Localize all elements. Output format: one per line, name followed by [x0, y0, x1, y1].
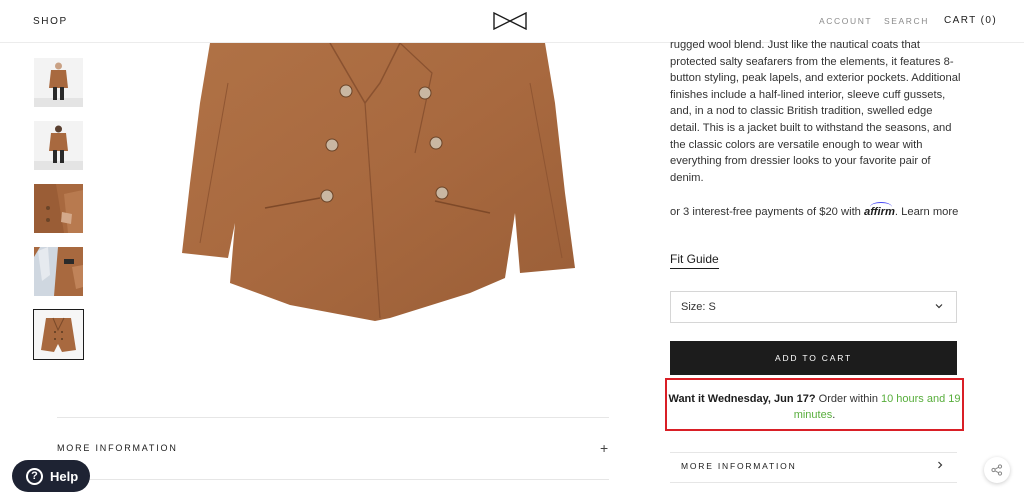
affirm-logo-icon: affirm	[864, 206, 895, 218]
thumbnail-model-front[interactable]	[34, 58, 83, 107]
fit-guide-link[interactable]: Fit Guide	[670, 252, 719, 269]
share-icon	[991, 464, 1003, 476]
lining-detail-thumbnail-image	[34, 247, 83, 296]
nav-account-link[interactable]: ACCOUNT	[819, 16, 872, 26]
left-more-information-toggle[interactable]: MORE INFORMATION	[57, 443, 178, 453]
delivery-text: Order within	[815, 393, 881, 405]
add-to-cart-button[interactable]: ADD TO CART	[670, 341, 957, 375]
left-divider-bottom	[57, 479, 609, 480]
affirm-prefix: or 3 interest-free payments of $20 with	[670, 206, 861, 218]
help-label: Help	[50, 468, 79, 484]
plus-icon[interactable]: +	[600, 440, 608, 456]
chevron-right-icon[interactable]	[935, 460, 945, 470]
delivery-end: .	[832, 409, 836, 421]
flat-lay-thumbnail-image	[34, 310, 83, 359]
nav-cart-link[interactable]: CART (0)	[944, 15, 997, 26]
nav-shop-link[interactable]: SHOP	[33, 16, 68, 27]
delivery-estimate-box: Want it Wednesday, Jun 17? Order within …	[665, 378, 964, 431]
right-divider-bottom	[670, 482, 957, 483]
thumbnail-model-detail[interactable]	[34, 184, 83, 233]
thumbnail-lining-detail[interactable]	[34, 247, 83, 296]
size-select-value: Size: S	[681, 301, 716, 313]
model-front-thumbnail-image	[34, 58, 83, 107]
left-divider-top	[57, 417, 609, 418]
product-main-image	[182, 43, 575, 321]
help-button[interactable]: ? Help	[12, 460, 90, 492]
product-description: rugged wool blend. Just like the nautica…	[670, 39, 961, 184]
model-back-thumbnail-image	[34, 121, 83, 170]
right-divider-top	[670, 452, 957, 453]
model-detail-thumbnail-image	[34, 184, 83, 233]
bowtie-logo-icon[interactable]	[493, 12, 527, 30]
question-circle-icon: ?	[26, 467, 43, 485]
nav-search-link[interactable]: SEARCH	[884, 16, 929, 26]
thumbnail-model-back[interactable]	[34, 121, 83, 170]
affirm-learn-more-link[interactable]: . Learn more	[895, 206, 958, 218]
thumbnail-flat-lay[interactable]	[33, 309, 84, 360]
chevron-down-icon	[935, 304, 943, 309]
affirm-payment-line: or 3 interest-free payments of $20 with …	[670, 204, 962, 221]
size-select[interactable]: Size: S	[670, 291, 957, 323]
share-button[interactable]	[984, 457, 1010, 483]
delivery-date: Want it Wednesday, Jun 17?	[668, 393, 816, 405]
right-more-information-link[interactable]: MORE INFORMATION	[681, 461, 797, 471]
